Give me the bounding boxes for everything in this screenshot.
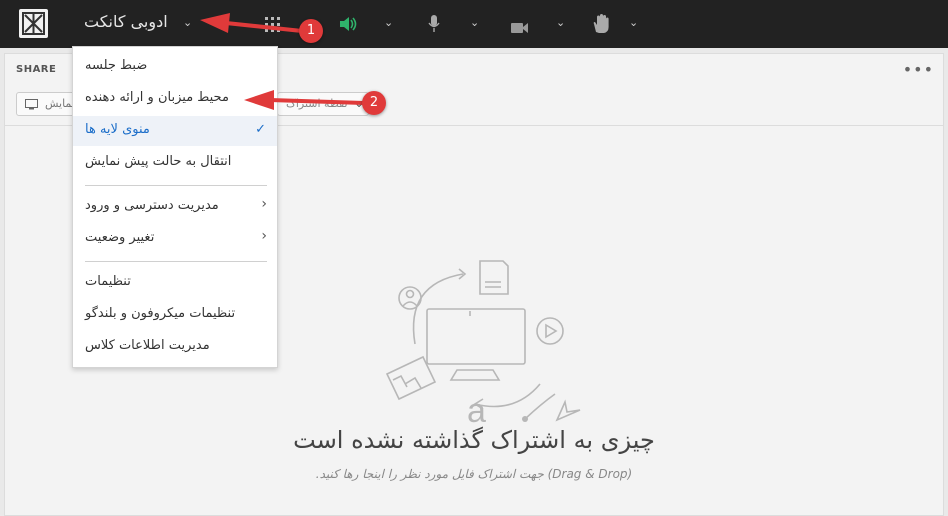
menu-item-label: تنظیمات [85, 274, 131, 289]
camera-chevron-down-icon[interactable]: ⌄ [556, 16, 565, 29]
menu-item-host-presenter-area[interactable]: محیط میزبان و ارائه دهنده [73, 84, 277, 114]
menu-item-prepare-mode[interactable]: انتقال به حالت پیش نمایش [73, 148, 277, 178]
checkmark-icon: ✓ [255, 122, 266, 137]
menu-separator [85, 261, 267, 262]
app-menu-chevron-down-icon[interactable]: ⌄ [183, 16, 192, 29]
camera-icon[interactable] [511, 19, 529, 38]
submenu-arrow-icon: › [261, 228, 267, 244]
menu-item-pod-menu[interactable]: منوی لایه ها ✓ [73, 116, 277, 146]
menu-item-record-meeting[interactable]: ضبط جلسه [73, 52, 277, 82]
monitor-icon [25, 99, 38, 110]
menu-item-manage-meeting-info[interactable]: مدیریت اطلاعات کلاس [73, 332, 277, 362]
svg-text:a: a [467, 392, 486, 429]
share-pod-title: SHARE [16, 64, 57, 75]
microphone-chevron-down-icon[interactable]: ⌄ [470, 16, 479, 29]
speaker-chevron-down-icon[interactable]: ⌄ [384, 16, 393, 29]
empty-state-title: چیزی به اشتراک گذاشته نشده است [293, 426, 655, 454]
menu-item-label: تنظیمات میکروفون و بلندگو [85, 306, 236, 321]
share-screen-button[interactable]: نمایش [16, 92, 76, 116]
share-document-label: نقطه اشتراک [286, 97, 348, 110]
raise-hand-icon[interactable] [592, 14, 610, 38]
menu-item-preferences[interactable]: تنظیمات [73, 268, 277, 298]
raise-hand-chevron-down-icon[interactable]: ⌄ [629, 16, 638, 29]
share-illustration: a [385, 260, 581, 429]
app-dropdown-menu: ضبط جلسه محیط میزبان و ارائه دهنده منوی … [72, 46, 278, 368]
menu-item-label: محیط میزبان و ارائه دهنده [85, 90, 229, 105]
annotation-badge-1: 1 [299, 19, 323, 43]
microphone-icon[interactable] [428, 15, 440, 37]
menu-item-label: تغییر وضعیت [85, 230, 155, 245]
menu-item-label: انتقال به حالت پیش نمایش [85, 154, 232, 169]
empty-state-subtitle: (Drag & Drop) جهت اشتراک فایل مورد نظر ر… [315, 467, 633, 481]
share-screen-label: نمایش [45, 97, 75, 110]
app-name[interactable]: ادوبی کانکت [84, 12, 168, 31]
adobe-connect-logo [19, 9, 48, 38]
menu-item-audio-setup[interactable]: تنظیمات میکروفون و بلندگو [73, 300, 277, 330]
menu-item-label: منوی لایه ها [85, 122, 150, 137]
menu-item-label: مدیریت اطلاعات کلاس [85, 338, 210, 353]
speaker-icon[interactable] [338, 15, 358, 37]
top-bar: ادوبی کانکت ⌄ ⌄ ⌄ ⌄ ⌄ [0, 0, 948, 48]
grid-icon[interactable] [265, 17, 281, 37]
submenu-arrow-icon: › [261, 196, 267, 212]
menu-item-access-entry[interactable]: مدیریت دسترسی و ورود › [73, 192, 277, 222]
menu-item-label: مدیریت دسترسی و ورود [85, 198, 219, 213]
pod-options-more-icon[interactable]: ••• [903, 60, 934, 79]
share-document-button[interactable]: نقطه اشتراک ⌄ [277, 92, 369, 116]
annotation-badge-2: 2 [362, 91, 386, 115]
menu-separator [85, 185, 267, 186]
menu-item-change-role[interactable]: تغییر وضعیت › [73, 224, 277, 254]
menu-item-label: ضبط جلسه [85, 58, 148, 73]
